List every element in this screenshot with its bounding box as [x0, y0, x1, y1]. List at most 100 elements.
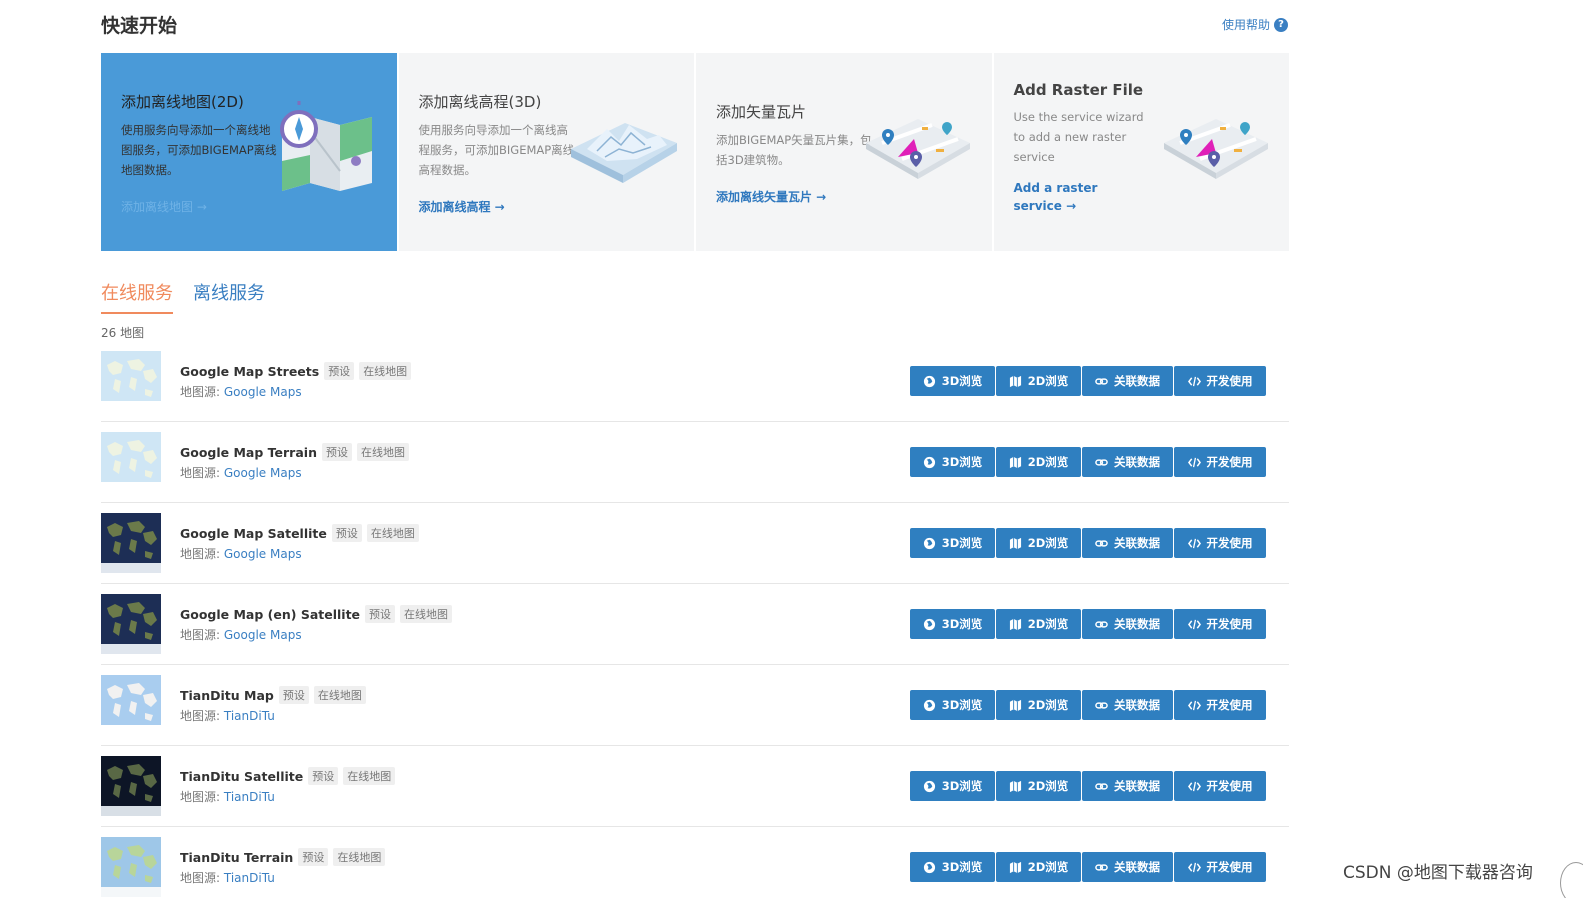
link-data-button[interactable]: 关联数据 [1082, 609, 1173, 639]
globe-icon [923, 780, 935, 792]
view-2d-button[interactable]: 2D浏览 [996, 852, 1081, 882]
link-data-button[interactable]: 关联数据 [1082, 447, 1173, 477]
service-tabs: 在线服务 离线服务 [101, 279, 265, 314]
tag-online-map: 在线地图 [356, 443, 409, 461]
map-thumbnail[interactable] [101, 756, 161, 816]
folded-map-compass-icon [280, 101, 372, 191]
map-source: 地图源: Google Maps [180, 383, 302, 400]
develop-button[interactable]: 开发使用 [1174, 447, 1266, 477]
tab-online-services[interactable]: 在线服务 [101, 279, 173, 314]
link-data-button[interactable]: 关联数据 [1082, 852, 1173, 882]
map-source-link[interactable]: Google Maps [224, 547, 302, 561]
link-icon [1095, 620, 1108, 628]
code-icon [1187, 619, 1201, 629]
map-source-link[interactable]: TianDiTu [224, 790, 275, 804]
card-add-offline-map[interactable]: 添加离线地图(2D) 使用服务向导添加一个离线地图服务，可添加BIGEMAP离线… [101, 53, 397, 251]
map-source-link[interactable]: TianDiTu [224, 709, 275, 723]
map-thumbnail[interactable] [101, 513, 161, 573]
tag-preset: 预设 [321, 443, 352, 461]
card-link-add-offline-map[interactable]: 添加离线地图 → [121, 198, 207, 216]
map-name[interactable]: TianDitu Map [180, 688, 274, 703]
link-data-button[interactable]: 关联数据 [1082, 771, 1173, 801]
row-actions: 3D浏览 2D浏览 关联数据 开发使用 [910, 852, 1266, 882]
map-thumbnail[interactable] [101, 432, 161, 492]
map-icon [1009, 699, 1021, 711]
view-3d-button[interactable]: 3D浏览 [910, 690, 995, 720]
view-3d-button[interactable]: 3D浏览 [910, 366, 995, 396]
map-thumbnail[interactable] [101, 594, 161, 654]
view-3d-button[interactable]: 3D浏览 [910, 447, 995, 477]
view-3d-button[interactable]: 3D浏览 [910, 609, 995, 639]
code-icon [1187, 457, 1201, 467]
map-name[interactable]: TianDitu Satellite [180, 769, 303, 784]
card-link-add-vector-tiles[interactable]: 添加离线矢量瓦片 → [716, 188, 826, 206]
view-2d-button[interactable]: 2D浏览 [996, 771, 1081, 801]
map-name[interactable]: Google Map Streets [180, 364, 319, 379]
tag-preset: 预设 [298, 848, 329, 866]
map-source-link[interactable]: Google Maps [224, 466, 302, 480]
card-title: 添加矢量瓦片 [716, 103, 807, 121]
card-desc: 添加BIGEMAP矢量瓦片集，包括3D建筑物。 [716, 133, 872, 167]
globe-icon [923, 375, 935, 387]
link-data-button[interactable]: 关联数据 [1082, 528, 1173, 558]
view-3d-button[interactable]: 3D浏览 [910, 852, 995, 882]
develop-button[interactable]: 开发使用 [1174, 690, 1266, 720]
globe-icon [923, 456, 935, 468]
develop-button[interactable]: 开发使用 [1174, 366, 1266, 396]
view-2d-button[interactable]: 2D浏览 [996, 447, 1081, 477]
map-thumbnail[interactable] [101, 837, 161, 897]
map-icon [1009, 861, 1021, 873]
map-thumbnail[interactable] [101, 351, 161, 411]
tag-preset: 预设 [308, 767, 339, 785]
card-link-add-offline-elevation[interactable]: 添加离线高程 → [419, 198, 505, 216]
view-2d-button[interactable]: 2D浏览 [996, 690, 1081, 720]
tag-online-map: 在线地图 [313, 686, 366, 704]
link-data-button[interactable]: 关联数据 [1082, 366, 1173, 396]
map-source-label: 地图源: [180, 871, 224, 885]
card-add-raster-file[interactable]: Add Raster File Use the service wizard t… [993, 53, 1289, 251]
view-2d-button[interactable]: 2D浏览 [996, 609, 1081, 639]
view-3d-button[interactable]: 3D浏览 [910, 771, 995, 801]
develop-button[interactable]: 开发使用 [1174, 771, 1266, 801]
map-name[interactable]: Google Map Satellite [180, 526, 327, 541]
view-2d-button[interactable]: 2D浏览 [996, 366, 1081, 396]
map-row: Google Map Satellite 预设 在线地图 地图源: Google… [101, 503, 1289, 584]
tag-preset: 预设 [278, 686, 309, 704]
develop-button[interactable]: 开发使用 [1174, 609, 1266, 639]
view-2d-button[interactable]: 2D浏览 [996, 528, 1081, 558]
map-icon [1009, 618, 1021, 630]
map-name[interactable]: Google Map Terrain [180, 445, 317, 460]
globe-icon [923, 861, 935, 873]
link-icon [1095, 701, 1108, 709]
help-link[interactable]: 使用帮助 ? [1222, 16, 1289, 33]
map-row: Google Map Streets 预设 在线地图 地图源: Google M… [101, 341, 1289, 422]
develop-button[interactable]: 开发使用 [1174, 528, 1266, 558]
quick-start-cards: 添加离线地图(2D) 使用服务向导添加一个离线地图服务，可添加BIGEMAP离线… [101, 53, 1289, 251]
link-icon [1095, 782, 1108, 790]
tag-preset: 预设 [324, 362, 355, 380]
develop-button[interactable]: 开发使用 [1174, 852, 1266, 882]
map-name[interactable]: Google Map (en) Satellite [180, 607, 360, 622]
map-source: 地图源: TianDiTu [180, 869, 275, 886]
map-source-link[interactable]: TianDiTu [224, 871, 275, 885]
map-name[interactable]: TianDitu Terrain [180, 850, 293, 865]
link-icon [1095, 458, 1108, 466]
page-title: 快速开始 [101, 15, 178, 37]
map-source-label: 地图源: [180, 466, 224, 480]
map-thumbnail[interactable] [101, 675, 161, 735]
globe-icon [923, 537, 935, 549]
view-3d-button[interactable]: 3D浏览 [910, 528, 995, 558]
card-desc: Use the service wizard to add a new rast… [1013, 110, 1144, 164]
tag-online-map: 在线地图 [343, 767, 396, 785]
card-add-offline-elevation[interactable]: 添加离线高程(3D) 使用服务向导添加一个离线高程服务，可添加BIGEMAP离线… [398, 53, 694, 251]
map-row: Google Map Terrain 预设 在线地图 地图源: Google M… [101, 422, 1289, 503]
row-actions: 3D浏览 2D浏览 关联数据 开发使用 [910, 528, 1266, 558]
card-add-vector-tiles[interactable]: 添加矢量瓦片 添加BIGEMAP矢量瓦片集，包括3D建筑物。 添加离线矢量瓦片 … [696, 53, 992, 251]
map-list: Google Map Streets 预设 在线地图 地图源: Google M… [101, 341, 1289, 898]
tag-online-map: 在线地图 [366, 524, 419, 542]
tab-offline-services[interactable]: 离线服务 [193, 279, 265, 314]
card-link-add-raster-service[interactable]: Add a raster service → [1014, 179, 1149, 215]
map-source-link[interactable]: Google Maps [224, 385, 302, 399]
map-source-link[interactable]: Google Maps [224, 628, 302, 642]
link-data-button[interactable]: 关联数据 [1082, 690, 1173, 720]
